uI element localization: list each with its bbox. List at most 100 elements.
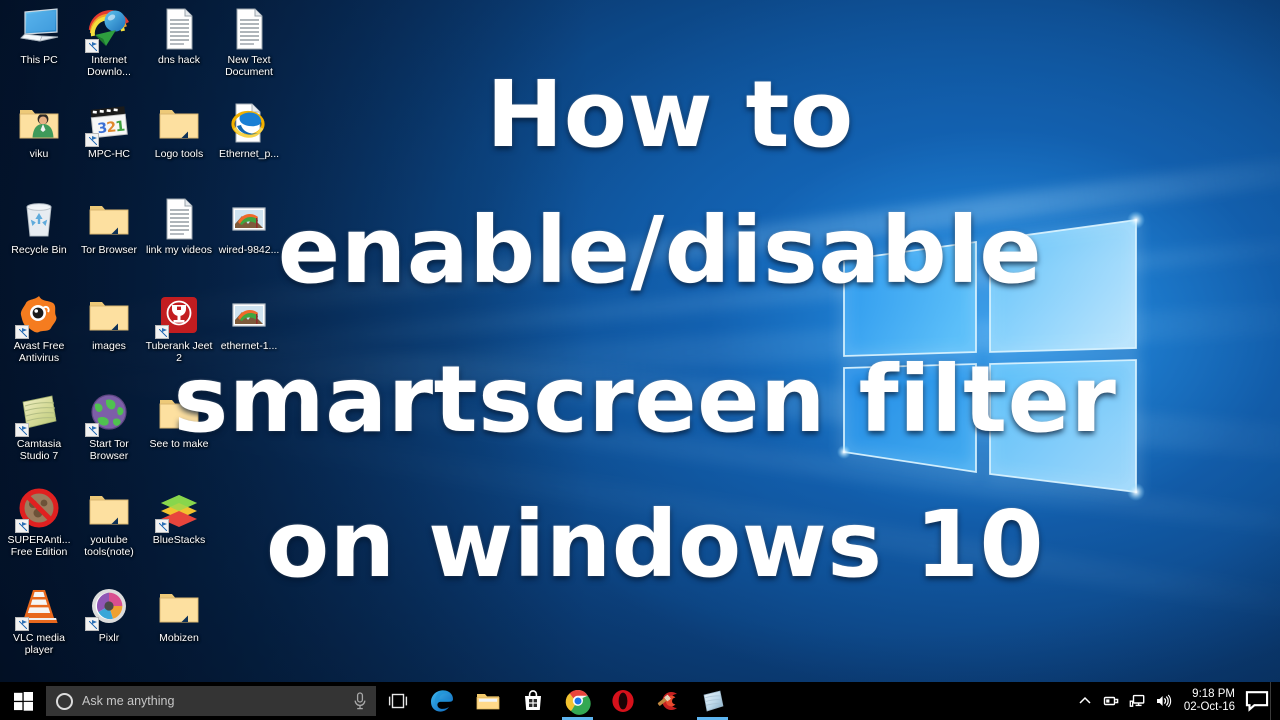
desktop-icon[interactable]: Logo tools bbox=[144, 100, 214, 161]
desktop-icon[interactable]: Start Tor Browser bbox=[74, 390, 144, 462]
desktop-icon[interactable]: viku bbox=[4, 100, 74, 161]
desktop-icon-label: Logo tools bbox=[154, 148, 204, 160]
bluestacks-icon bbox=[155, 486, 202, 533]
shortcut-arrow-icon bbox=[85, 617, 99, 631]
desktop-icon-label: Avast Free Antivirus bbox=[13, 340, 65, 364]
image-file-icon bbox=[226, 292, 272, 338]
clock-date: 02-Oct-16 bbox=[1183, 701, 1235, 713]
taskbar-app-opera[interactable] bbox=[600, 682, 645, 720]
desktop-icon[interactable]: Recycle Bin bbox=[4, 196, 74, 257]
tor-browser-icon bbox=[85, 390, 132, 437]
desktop-icon[interactable]: Ethernet_p... bbox=[214, 100, 284, 161]
taskbar-app-ccleaner[interactable] bbox=[645, 682, 690, 720]
taskbar-app-camtasia[interactable] bbox=[690, 682, 735, 720]
chrome-icon bbox=[565, 688, 591, 715]
chevron-up-icon bbox=[1079, 696, 1091, 704]
clock[interactable]: 9:18 PM 02-Oct-16 bbox=[1176, 682, 1244, 720]
desktop-icon-label: Tor Browser bbox=[80, 244, 137, 256]
shortcut-arrow-icon bbox=[85, 423, 99, 437]
desktop-icon[interactable]: youtube tools(note) bbox=[74, 486, 144, 558]
this-pc-icon bbox=[16, 6, 62, 52]
desktop-icon-label: ethernet-1... bbox=[220, 340, 278, 352]
notifications-button[interactable] bbox=[1244, 682, 1270, 720]
taskbar-app-edge[interactable] bbox=[420, 682, 465, 720]
desktop-icon[interactable]: ethernet-1... bbox=[214, 292, 284, 353]
shortcut-arrow-icon bbox=[85, 133, 99, 147]
desktop-icon-label: Recycle Bin bbox=[11, 244, 67, 256]
desktop-icon[interactable]: wired-9842... bbox=[214, 196, 284, 257]
desktop-icon[interactable]: VLC media player bbox=[4, 584, 74, 656]
desktop-icon[interactable]: Mobizen bbox=[144, 584, 214, 645]
desktop-icon[interactable]: Internet Downlo... bbox=[74, 6, 144, 78]
taskbar: Ask me anything 9:18 PM 02-Oct-16 bbox=[0, 682, 1280, 720]
folder-icon bbox=[86, 292, 132, 338]
recycle-bin-icon bbox=[16, 196, 62, 242]
cortana-ring-icon bbox=[56, 692, 73, 710]
desktop-icon[interactable]: This PC bbox=[4, 6, 74, 67]
desktop-icon-label: Ethernet_p... bbox=[218, 148, 280, 160]
internet-download-manager-icon bbox=[85, 6, 132, 53]
desktop-icon-label: SUPERAnti... Free Edition bbox=[7, 534, 71, 558]
shortcut-arrow-icon bbox=[15, 423, 29, 437]
task-view-button[interactable] bbox=[376, 682, 420, 720]
desktop-icon[interactable]: New Text Document bbox=[214, 6, 284, 78]
removable-media-icon bbox=[1103, 696, 1119, 706]
desktop-icon-label: link my videos bbox=[146, 244, 212, 256]
desktop-icon[interactable]: Tor Browser bbox=[74, 196, 144, 257]
camtasia-icon bbox=[15, 390, 62, 437]
desktop-icon[interactable]: SUPERAnti... Free Edition bbox=[4, 486, 74, 558]
desktop-icon[interactable]: Avast Free Antivirus bbox=[4, 292, 74, 364]
tray-volume-button[interactable] bbox=[1150, 682, 1176, 720]
start-button[interactable] bbox=[0, 682, 46, 720]
tuberank-jeet-icon bbox=[155, 292, 202, 339]
notification-bell-icon bbox=[1245, 691, 1269, 712]
user-folder-icon bbox=[16, 100, 62, 146]
file-explorer-icon bbox=[475, 688, 501, 714]
taskbar-app-store[interactable] bbox=[510, 682, 555, 720]
desktop-icon-label: Pixlr bbox=[98, 632, 120, 644]
folder-icon bbox=[86, 486, 132, 532]
search-input[interactable]: Ask me anything bbox=[46, 686, 376, 716]
desktop-icon-label: youtube tools(note) bbox=[84, 534, 134, 558]
store-icon bbox=[520, 688, 546, 714]
desktop-icon[interactable]: BlueStacks bbox=[144, 486, 214, 547]
desktop-icon[interactable]: Camtasia Studio 7 bbox=[4, 390, 74, 462]
folder-icon bbox=[156, 584, 202, 630]
tray-network-button[interactable] bbox=[1124, 682, 1150, 720]
show-desktop-button[interactable] bbox=[1270, 682, 1278, 720]
desktop-icon-label: Mobizen bbox=[159, 632, 199, 644]
shortcut-arrow-icon bbox=[155, 325, 169, 339]
shortcut-arrow-icon bbox=[15, 519, 29, 533]
text-document-icon bbox=[226, 6, 272, 52]
network-icon bbox=[1129, 694, 1145, 707]
pixlr-icon bbox=[85, 584, 132, 631]
desktop-icon[interactable]: Pixlr bbox=[74, 584, 144, 645]
system-tray: 9:18 PM 02-Oct-16 bbox=[1072, 682, 1280, 720]
desktop-icon-label: images bbox=[92, 340, 126, 352]
edge-icon bbox=[430, 688, 456, 714]
taskbar-app-chrome[interactable] bbox=[555, 682, 600, 720]
desktop-icon-label: Camtasia Studio 7 bbox=[16, 438, 62, 462]
desktop-icon[interactable]: images bbox=[74, 292, 144, 353]
desktop-icon[interactable]: See to make bbox=[144, 390, 214, 451]
desktop-icon[interactable]: Tuberank Jeet 2 bbox=[144, 292, 214, 364]
desktop-icon-label: dns hack bbox=[157, 54, 201, 66]
camtasia-icon bbox=[700, 688, 726, 714]
tray-overflow-button[interactable] bbox=[1072, 682, 1098, 720]
desktop-screen: This PC Internet Downlo... dns hack New Tex… bbox=[0, 0, 1280, 720]
microphone-icon[interactable] bbox=[352, 692, 368, 710]
desktop-icon[interactable]: 3 2 1 MPC-HC bbox=[74, 100, 144, 161]
desktop-icon[interactable]: dns hack bbox=[144, 6, 214, 67]
image-file-icon bbox=[226, 196, 272, 242]
vlc-icon bbox=[15, 584, 62, 631]
shortcut-arrow-icon bbox=[155, 519, 169, 533]
taskbar-app-file-explorer[interactable] bbox=[465, 682, 510, 720]
desktop-icon-label: viku bbox=[29, 148, 49, 160]
tray-removable-media-button[interactable] bbox=[1098, 682, 1124, 720]
volume-icon bbox=[1156, 694, 1172, 708]
folder-icon bbox=[156, 390, 202, 436]
desktop-icon[interactable]: link my videos bbox=[144, 196, 214, 257]
superantispyware-icon bbox=[15, 486, 62, 533]
desktop-icon-grid: This PC Internet Downlo... dns hack New Tex… bbox=[0, 0, 290, 678]
folder-icon bbox=[156, 100, 202, 146]
